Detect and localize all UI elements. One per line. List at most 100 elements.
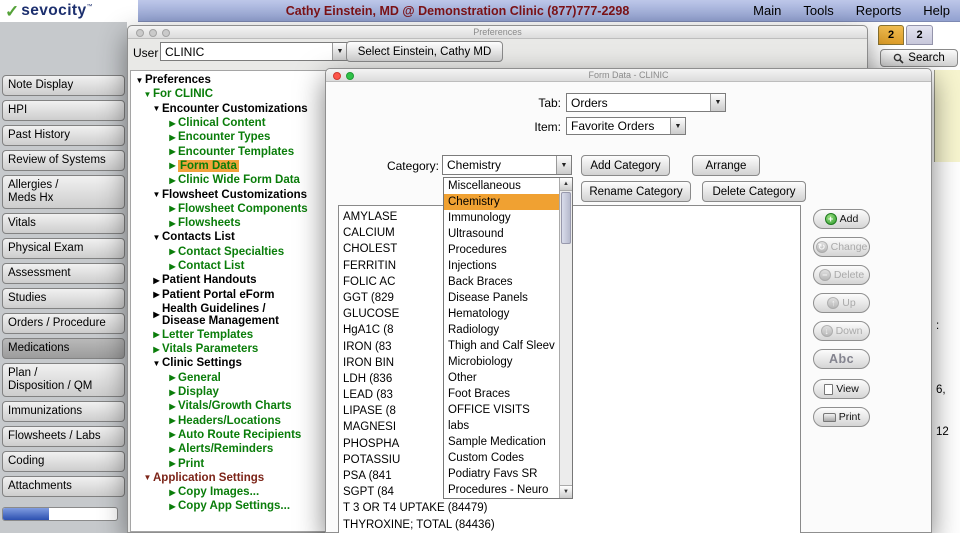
add-button[interactable]: + Add xyxy=(813,209,870,229)
tree-item-display[interactable]: Display xyxy=(178,386,219,398)
sidebar-item-note-display[interactable]: Note Display xyxy=(2,75,125,96)
scroll-thumb[interactable] xyxy=(561,192,571,244)
category-select[interactable]: Chemistry ▼ xyxy=(442,155,572,175)
collapsed-icon[interactable]: ▶ xyxy=(151,345,162,354)
category-option[interactable]: Hematology xyxy=(444,306,559,322)
tree-item-contact-specialties[interactable]: Contact Specialties xyxy=(178,246,284,258)
item-select[interactable]: Favorite Orders ▼ xyxy=(566,117,686,135)
category-option[interactable]: Procedures xyxy=(444,242,559,258)
search-button[interactable]: Search xyxy=(880,49,958,67)
collapsed-icon[interactable]: ▶ xyxy=(167,430,178,439)
scrollbar[interactable]: ▲ ▼ xyxy=(559,178,572,498)
tree-item-letter-templates[interactable]: Letter Templates xyxy=(162,329,253,341)
print-button[interactable]: Print xyxy=(813,407,870,427)
chevron-down-icon[interactable]: ▼ xyxy=(332,43,347,60)
category-option[interactable]: Injections xyxy=(444,258,559,274)
collapsed-icon[interactable]: ▶ xyxy=(151,290,162,299)
chevron-down-icon[interactable]: ▼ xyxy=(710,94,725,111)
category-option[interactable]: OFFICE VISITS xyxy=(444,402,559,418)
menu-tools[interactable]: Tools xyxy=(803,3,833,18)
tree-item-contacts-list[interactable]: Contacts List xyxy=(162,231,235,243)
change-button[interactable]: ↻ Change xyxy=(813,237,870,257)
tree-item-for-clinic[interactable]: For CLINIC xyxy=(153,88,213,100)
tree-item-vitals-parameters[interactable]: Vitals Parameters xyxy=(162,343,258,355)
category-option[interactable]: labs xyxy=(444,418,559,434)
sidebar-item-allergies-meds-hx[interactable]: Allergies / Meds Hx xyxy=(2,175,125,209)
collapsed-icon[interactable]: ▶ xyxy=(167,147,178,156)
tree-item-flowsheet-customizations[interactable]: Flowsheet Customizations xyxy=(162,189,307,201)
collapsed-icon[interactable]: ▶ xyxy=(167,373,178,382)
tree-item-headers-locations[interactable]: Headers/Locations xyxy=(178,415,281,427)
category-option[interactable]: Podiatry Favs SR xyxy=(444,466,559,482)
zoom-icon[interactable] xyxy=(346,71,354,80)
sidebar-item-assessment[interactable]: Assessment xyxy=(2,263,125,284)
tree-item-encounter-customizations[interactable]: Encounter Customizations xyxy=(162,103,308,115)
tree-item-encounter-templates[interactable]: Encounter Templates xyxy=(178,146,294,158)
expand-icon[interactable]: ▼ xyxy=(151,104,162,113)
collapsed-icon[interactable]: ▶ xyxy=(167,176,178,185)
collapsed-icon[interactable]: ▶ xyxy=(167,459,178,468)
tree-item-auto-route-recipients[interactable]: Auto Route Recipients xyxy=(178,429,301,441)
encounter-tab-1[interactable]: 2 xyxy=(878,25,904,45)
tree-item-patient-portal-eform[interactable]: Patient Portal eForm xyxy=(162,289,274,301)
category-option[interactable]: Immunology xyxy=(444,210,559,226)
collapsed-icon[interactable]: ▶ xyxy=(167,445,178,454)
sidebar-item-physical-exam[interactable]: Physical Exam xyxy=(2,238,125,259)
expand-icon[interactable]: ▼ xyxy=(142,473,153,482)
tree-item-clinic-settings[interactable]: Clinic Settings xyxy=(162,357,242,369)
sidebar-item-attachments[interactable]: Attachments xyxy=(2,476,125,497)
sidebar-item-past-history[interactable]: Past History xyxy=(2,125,125,146)
collapsed-icon[interactable]: ▶ xyxy=(167,161,178,170)
category-option-selected[interactable]: Chemistry xyxy=(444,194,559,210)
minimize-icon[interactable] xyxy=(149,28,157,37)
close-icon[interactable] xyxy=(333,71,341,80)
expand-icon[interactable]: ▼ xyxy=(134,76,145,85)
category-option[interactable]: Foot Braces xyxy=(444,386,559,402)
sidebar-item-immunizations[interactable]: Immunizations xyxy=(2,401,125,422)
tree-item-vitals-growth-charts[interactable]: Vitals/Growth Charts xyxy=(178,400,292,412)
tree-item-form-data[interactable]: Form Data xyxy=(178,159,239,172)
category-option[interactable]: Ultrasound xyxy=(444,226,559,242)
tree-item-flowsheets[interactable]: Flowsheets xyxy=(178,217,241,229)
category-option[interactable]: Radiology xyxy=(444,322,559,338)
menu-reports[interactable]: Reports xyxy=(856,3,902,18)
tree-item-copy-images[interactable]: Copy Images... xyxy=(178,486,259,498)
expand-icon[interactable]: ▼ xyxy=(142,90,153,99)
order-item[interactable]: T 3 OR T4 UPTAKE (84479) xyxy=(339,500,800,516)
chevron-down-icon[interactable]: ▼ xyxy=(670,118,685,134)
order-item[interactable]: THYROXINE; TOTAL (84436) xyxy=(339,517,800,533)
collapsed-icon[interactable]: ▶ xyxy=(167,416,178,425)
category-option[interactable]: Disease Panels xyxy=(444,290,559,306)
category-option[interactable]: Microbiology xyxy=(444,354,559,370)
tree-item-health-guidelines[interactable]: Health Guidelines / Disease Management xyxy=(162,303,284,327)
collapsed-icon[interactable]: ▶ xyxy=(167,247,178,256)
sidebar-item-hpi[interactable]: HPI xyxy=(2,100,125,121)
category-option[interactable]: Miscellaneous xyxy=(444,178,559,194)
collapsed-icon[interactable]: ▶ xyxy=(151,330,162,339)
menu-help[interactable]: Help xyxy=(923,3,950,18)
tree-item-clinical-content[interactable]: Clinical Content xyxy=(178,117,266,129)
tree-item-encounter-types[interactable]: Encounter Types xyxy=(178,131,270,143)
user-select[interactable]: CLINIC ▼ xyxy=(160,42,348,61)
collapsed-icon[interactable]: ▶ xyxy=(167,388,178,397)
collapsed-icon[interactable]: ▶ xyxy=(167,219,178,228)
up-button[interactable]: ↑ Up xyxy=(813,293,870,313)
tree-item-preferences[interactable]: Preferences xyxy=(145,74,211,86)
collapsed-icon[interactable]: ▶ xyxy=(167,402,178,411)
sidebar-item-flowsheets-labs[interactable]: Flowsheets / Labs xyxy=(2,426,125,447)
sidebar-item-coding[interactable]: Coding xyxy=(2,451,125,472)
collapsed-icon[interactable]: ▶ xyxy=(167,119,178,128)
collapsed-icon[interactable]: ▶ xyxy=(167,133,178,142)
tree-item-clinic-wide-form-data[interactable]: Clinic Wide Form Data xyxy=(178,174,300,186)
collapsed-icon[interactable]: ▶ xyxy=(167,262,178,271)
sidebar-item-vitals[interactable]: Vitals xyxy=(2,213,125,234)
tree-item-print[interactable]: Print xyxy=(178,458,204,470)
expand-icon[interactable]: ▼ xyxy=(151,190,162,199)
tree-item-copy-app-settings[interactable]: Copy App Settings... xyxy=(178,500,290,512)
rename-category-button[interactable]: Rename Category xyxy=(581,181,691,202)
encounter-tab-2[interactable]: 2 xyxy=(906,25,933,45)
category-option[interactable]: Back Braces xyxy=(444,274,559,290)
tab-select[interactable]: Orders ▼ xyxy=(566,93,726,112)
category-option[interactable]: Sample Medication xyxy=(444,434,559,450)
view-button[interactable]: View xyxy=(813,379,870,399)
